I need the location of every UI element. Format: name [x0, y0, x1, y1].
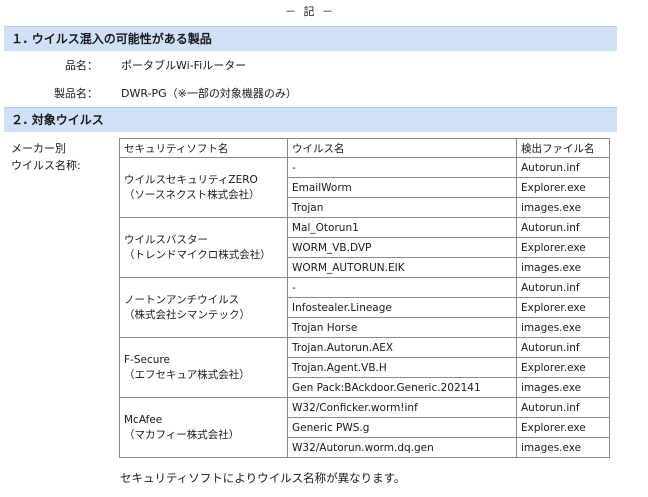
virus-name-cell: Trojan.Autorun.AEX	[287, 337, 517, 358]
table-row: ウイルスバスター （トレンドマイクロ株式会社） Mal_Otorun1 Autorun…	[119, 217, 610, 278]
detected-file-cell: Explorer.exe	[516, 237, 610, 258]
section-2-title: ２. 対象ウイルス	[4, 107, 617, 132]
vendor-company: （ソースネクスト株式会社）	[124, 188, 260, 201]
vendor-company: （エフセキュア株式会社）	[124, 368, 250, 381]
detected-file-cell: Autorun.inf	[516, 397, 610, 418]
vendor-name: ノートンアンチウイルス	[124, 293, 240, 306]
vendor-name: F-Secure	[124, 353, 170, 366]
model-row: 製品名： DWR-PG（※一部の対象機器のみ）	[0, 85, 620, 101]
vendor-company: （トレンドマイクロ株式会社）	[124, 248, 271, 261]
virus-name-cell: Trojan Horse	[287, 317, 517, 338]
header-virus-name: ウイルス名	[287, 138, 517, 158]
table-row: F-Secure （エフセキュア株式会社） Trojan.Autorun.AEX Au…	[119, 337, 610, 398]
footnote: セキュリティソフトによりウイルス名称が異なります。	[120, 471, 406, 485]
vendor-cell: ノートンアンチウイルス （株式会社シマンテック）	[119, 277, 288, 338]
virus-name-cell: Trojan	[287, 197, 517, 218]
virus-name-cell: Trojan.Agent.VB.H	[287, 357, 517, 378]
virus-name-cell: Gen Pack:BAckdoor.Generic.202141	[287, 377, 517, 398]
model-label: 製品名：	[54, 87, 98, 100]
header-detected-file: 検出ファイル名	[516, 138, 610, 158]
virus-names-side-label: メーカー別 ウイルス名称:	[11, 140, 81, 174]
detected-file-cell: images.exe	[516, 437, 610, 458]
detected-file-cell: images.exe	[516, 317, 610, 338]
vendor-name: McAfee	[124, 413, 163, 426]
side-label-line-2: ウイルス名称:	[11, 159, 81, 172]
virus-table: セキュリティソフト名 ウイルス名 検出ファイル名 ウイルスセキュリティZERO （…	[119, 138, 610, 458]
detected-file-cell: images.exe	[516, 197, 610, 218]
vendor-cell: F-Secure （エフセキュア株式会社）	[119, 337, 288, 398]
table-row: McAfee （マカフィー株式会社） W32/Conficker.worm!inf A…	[119, 397, 610, 458]
table-row: ノートンアンチウイルス （株式会社シマンテック） - Autorun.inf	[119, 277, 610, 338]
detected-file-cell: Autorun.inf	[516, 217, 610, 238]
vendor-company: （株式会社シマンテック）	[124, 308, 250, 321]
product-label: 品名：	[65, 59, 98, 72]
header-security-software: セキュリティソフト名	[119, 138, 288, 158]
detected-file-cell: Explorer.exe	[516, 417, 610, 438]
detected-file-cell: Explorer.exe	[516, 357, 610, 378]
model-value: DWR-PG（※一部の対象機器のみ）	[121, 87, 297, 100]
detected-file-cell: Explorer.exe	[516, 297, 610, 318]
vendor-name: ウイルスセキュリティZERO	[124, 173, 258, 186]
document-heading: － 記 －	[285, 5, 335, 18]
virus-name-cell: WORM_AUTORUN.EIK	[287, 257, 517, 278]
detected-file-cell: Autorun.inf	[516, 337, 610, 358]
table-row: ウイルスセキュリティZERO （ソースネクスト株式会社） - Autorun.inf	[119, 157, 610, 218]
vendor-cell: ウイルスセキュリティZERO （ソースネクスト株式会社）	[119, 157, 288, 218]
virus-name-cell: W32/Conficker.worm!inf	[287, 397, 517, 418]
detected-file-cell: Autorun.inf	[516, 277, 610, 298]
detected-file-cell: images.exe	[516, 377, 610, 398]
virus-name-cell: WORM_VB.DVP	[287, 237, 517, 258]
detected-file-cell: images.exe	[516, 257, 610, 278]
virus-name-cell: -	[287, 277, 517, 298]
side-label-line-1: メーカー別	[11, 142, 66, 155]
product-row: 品名： ポータブルWi-Fiルーター	[0, 57, 620, 73]
vendor-company: （マカフィー株式会社）	[124, 428, 240, 441]
detected-file-cell: Autorun.inf	[516, 157, 610, 178]
virus-name-cell: Infostealer.Lineage	[287, 297, 517, 318]
product-value: ポータブルWi-Fiルーター	[121, 59, 247, 72]
virus-name-cell: -	[287, 157, 517, 178]
vendor-cell: McAfee （マカフィー株式会社）	[119, 397, 288, 458]
virus-name-cell: Generic PWS.g	[287, 417, 517, 438]
section-1-title: １. ウイルス混入の可能性がある製品	[4, 26, 617, 51]
detected-file-cell: Explorer.exe	[516, 177, 610, 198]
virus-name-cell: W32/Autorun.worm.dq.gen	[287, 437, 517, 458]
virus-name-cell: EmailWorm	[287, 177, 517, 198]
vendor-cell: ウイルスバスター （トレンドマイクロ株式会社）	[119, 217, 288, 278]
virus-name-cell: Mal_Otorun1	[287, 217, 517, 238]
vendor-name: ウイルスバスター	[124, 233, 208, 246]
table-header-row: セキュリティソフト名 ウイルス名 検出ファイル名	[119, 138, 610, 158]
